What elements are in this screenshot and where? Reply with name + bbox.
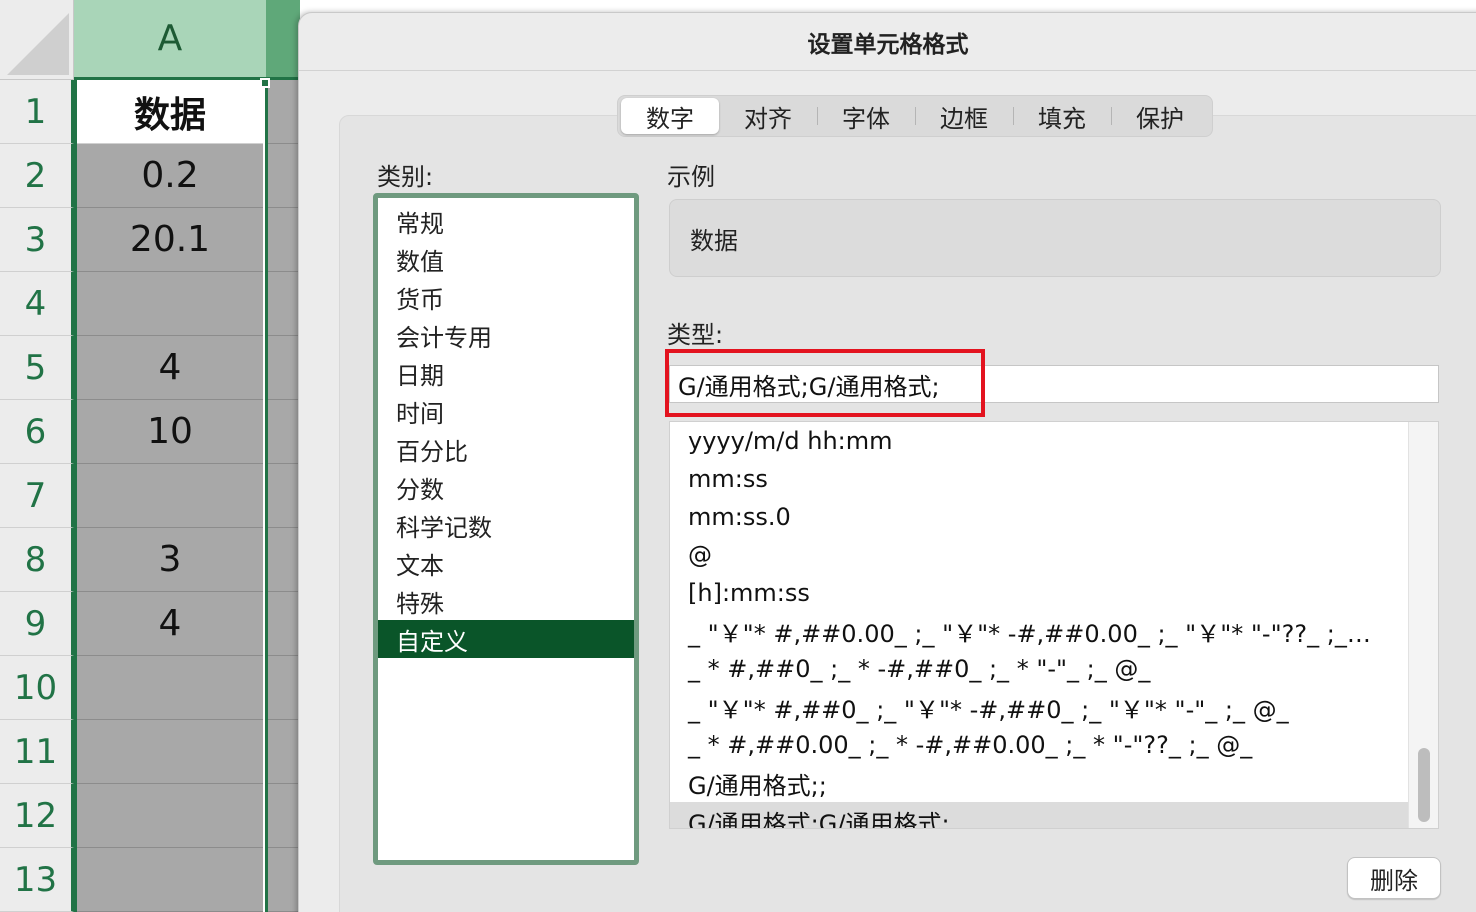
row-header[interactable]: 8 (0, 528, 74, 592)
format-items: yyyy/m/d hh:mm mm:ss mm:ss.0 @ [h]:mm:ss _ "￥… (670, 422, 1438, 828)
format-item[interactable]: yyyy/m/d hh:mm (670, 422, 1410, 460)
format-list-scrollbar[interactable] (1408, 422, 1438, 828)
row-header[interactable]: 11 (0, 720, 74, 784)
category-item[interactable]: 自定义 (378, 620, 634, 658)
cell-a[interactable]: 4 (77, 336, 263, 400)
cell-b[interactable] (266, 656, 300, 720)
cell-a[interactable]: 10 (77, 400, 263, 464)
select-all-corner[interactable] (0, 0, 74, 80)
category-item[interactable]: 时间 (378, 392, 634, 430)
row-header[interactable]: 5 (0, 336, 74, 400)
row-header[interactable]: 1 (0, 80, 74, 144)
cell-a[interactable] (77, 464, 263, 528)
category-label: 类别: (377, 163, 434, 191)
row-header[interactable]: 12 (0, 784, 74, 848)
cell-b[interactable] (266, 528, 300, 592)
format-item[interactable]: @ (670, 536, 1410, 574)
cell-b[interactable] (266, 80, 300, 144)
column-header-a[interactable]: A (74, 0, 266, 80)
cell-a[interactable]: 4 (77, 592, 263, 656)
tab-0[interactable]: 数字 (621, 98, 719, 134)
category-item[interactable]: 科学记数 (378, 506, 634, 544)
tab-5[interactable]: 保护 (1111, 98, 1209, 134)
format-item[interactable]: _ "￥"* #,##0.00_ ;_ "￥"* -#,##0.00_ ;_ "… (670, 612, 1410, 650)
cell-a[interactable]: 数据 (77, 80, 263, 144)
cell-b[interactable] (266, 272, 300, 336)
tab-bar: 数字 对齐 字体 边框 填充 保护 (617, 95, 1213, 137)
category-item[interactable]: 数值 (378, 240, 634, 278)
row-header[interactable]: 2 (0, 144, 74, 208)
format-item[interactable]: G/通用格式;G/通用格式; (670, 802, 1410, 828)
category-item[interactable]: 分数 (378, 468, 634, 506)
row-header[interactable]: 4 (0, 272, 74, 336)
cell-b[interactable] (266, 720, 300, 784)
cell-a[interactable] (77, 720, 263, 784)
category-item[interactable]: 常规 (378, 202, 634, 240)
type-label: 类型: (667, 321, 724, 349)
cell-b[interactable] (266, 784, 300, 848)
format-item[interactable]: _ "￥"* #,##0_ ;_ "￥"* -#,##0_ ;_ "￥"* "-… (670, 688, 1410, 726)
sample-preview: 数据 (669, 199, 1441, 277)
category-item[interactable]: 百分比 (378, 430, 634, 468)
format-item[interactable]: _ * #,##0.00_ ;_ * -#,##0.00_ ;_ * "-"??… (670, 726, 1410, 764)
tab-1[interactable]: 对齐 (719, 98, 817, 134)
row-header[interactable]: 10 (0, 656, 74, 720)
delete-button[interactable]: 删除 (1347, 857, 1441, 899)
tab-4[interactable]: 填充 (1013, 98, 1111, 134)
spreadsheet: A 1 数据 2 0.2 3 20.1 4 5 4 6 10 7 8 3 9 4 10 11 12 13 (0, 0, 300, 912)
cell-b[interactable] (266, 592, 300, 656)
category-item[interactable]: 文本 (378, 544, 634, 582)
cell-a[interactable]: 3 (77, 528, 263, 592)
format-cells-dialog: 设置单元格格式 数字 对齐 字体 边框 填充 保护 类别: 常规 数值 货币 会计专用 日期 时间百… (298, 12, 1476, 912)
sample-label: 示例 (667, 163, 715, 191)
cell-a[interactable] (77, 784, 263, 848)
fill-handle[interactable] (260, 78, 270, 88)
scrollbar-thumb[interactable] (1418, 748, 1430, 822)
dialog-title: 设置单元格格式 (299, 13, 1476, 71)
category-item[interactable]: 特殊 (378, 582, 634, 620)
category-item[interactable]: 会计专用 (378, 316, 634, 354)
row-header[interactable]: 7 (0, 464, 74, 528)
row-header[interactable]: 6 (0, 400, 74, 464)
cell-a[interactable]: 0.2 (77, 144, 263, 208)
tab-3[interactable]: 边框 (915, 98, 1013, 134)
cell-b[interactable] (266, 848, 300, 912)
cell-b[interactable] (266, 464, 300, 528)
format-item[interactable]: [h]:mm:ss (670, 574, 1410, 612)
format-list[interactable]: yyyy/m/d hh:mm mm:ss mm:ss.0 @ [h]:mm:ss _ "￥… (669, 421, 1439, 829)
type-input[interactable]: G/通用格式;G/通用格式; (669, 365, 1439, 403)
format-item[interactable]: mm:ss.0 (670, 498, 1410, 536)
category-item[interactable]: 日期 (378, 354, 634, 392)
tab-2[interactable]: 字体 (817, 98, 915, 134)
format-item[interactable]: G/通用格式;; (670, 764, 1410, 802)
format-item[interactable]: mm:ss (670, 460, 1410, 498)
row-header[interactable]: 3 (0, 208, 74, 272)
row-header[interactable]: 9 (0, 592, 74, 656)
cell-a[interactable] (77, 272, 263, 336)
select-all-triangle-icon (7, 13, 69, 75)
category-list[interactable]: 常规 数值 货币 会计专用 日期 时间 百分比 分数 科学记数 文本 特殊 自定义 (373, 193, 639, 865)
column-header-b[interactable] (266, 0, 300, 80)
row-header[interactable]: 13 (0, 848, 74, 912)
cell-b[interactable] (266, 144, 300, 208)
cell-a[interactable]: 20.1 (77, 208, 263, 272)
cell-a[interactable] (77, 848, 263, 912)
category-item[interactable]: 货币 (378, 278, 634, 316)
format-item[interactable]: _ * #,##0_ ;_ * -#,##0_ ;_ * "-"_ ;_ @_ (670, 650, 1410, 688)
cell-b[interactable] (266, 336, 300, 400)
cell-b[interactable] (266, 400, 300, 464)
cell-b[interactable] (266, 208, 300, 272)
cell-a[interactable] (77, 656, 263, 720)
